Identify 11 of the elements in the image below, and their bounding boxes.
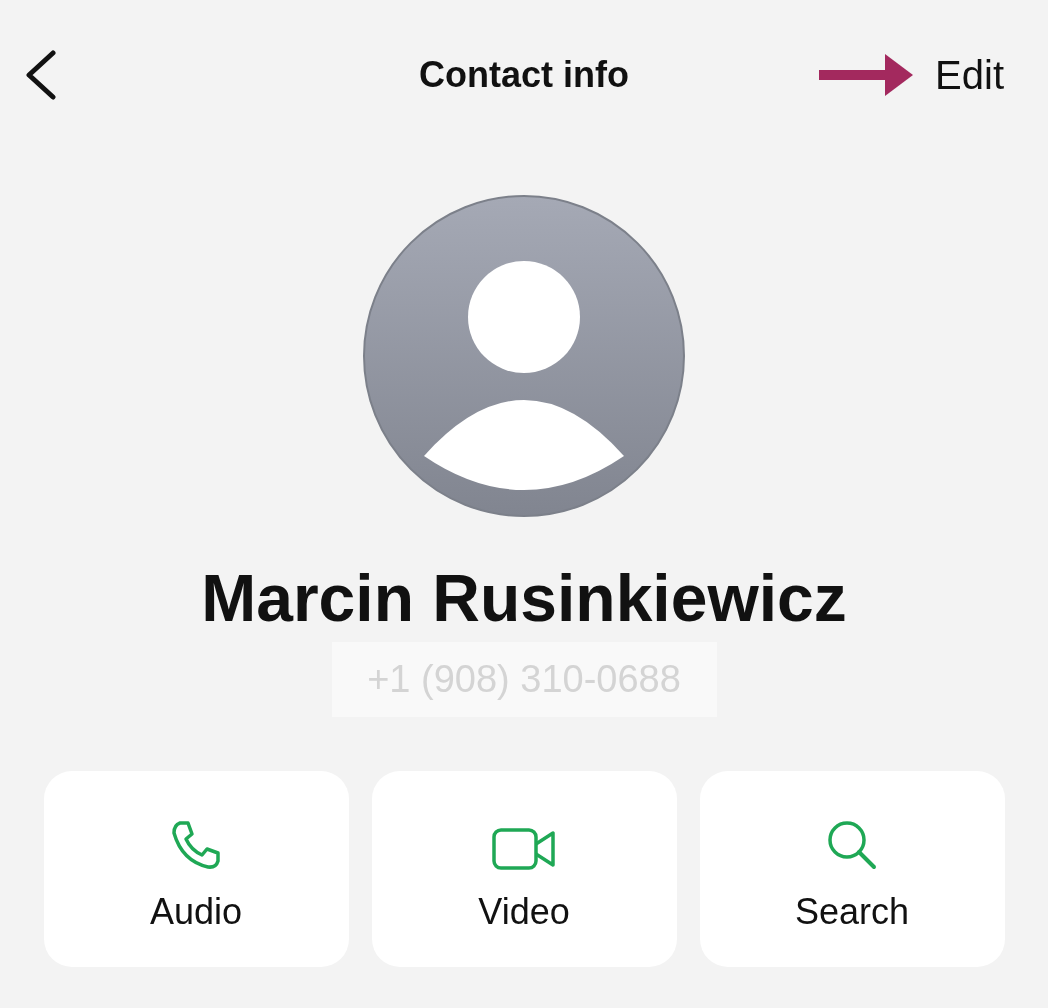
search-button[interactable]: Search xyxy=(699,771,1005,967)
phone-button[interactable]: Audio xyxy=(43,771,349,967)
screen-title: Contact info xyxy=(419,54,629,96)
search-icon xyxy=(826,819,878,871)
avatar-icon xyxy=(362,194,686,518)
video-button[interactable]: Video xyxy=(371,771,677,967)
phone-icon xyxy=(170,819,222,871)
video-camera-icon xyxy=(492,827,556,871)
back-icon[interactable] xyxy=(24,50,58,100)
contact-name: Marcin Rusinkiewicz xyxy=(200,560,848,637)
edit-button[interactable]: Edit xyxy=(935,52,1004,98)
